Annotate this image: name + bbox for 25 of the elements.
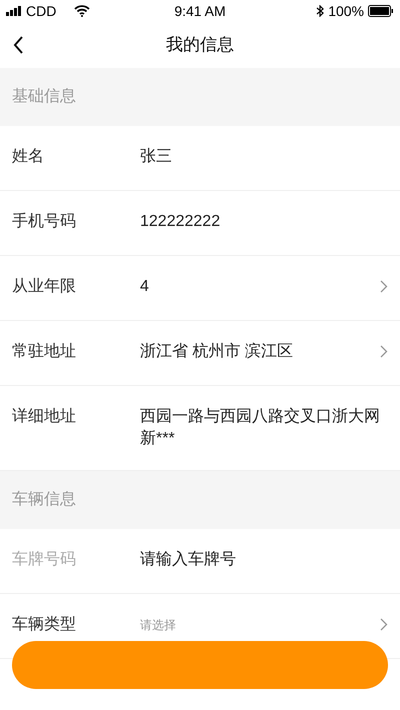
row-label: 车牌号码 <box>12 550 77 570</box>
wifi-icon <box>74 5 90 17</box>
row-value: 请输入车牌号 <box>140 550 237 570</box>
row-value: 请选择 <box>140 617 177 634</box>
row-label: 详细地址 <box>12 406 77 427</box>
battery-percent: 100% <box>328 2 364 20</box>
battery-icon <box>368 5 394 17</box>
section-header: 基础信息 <box>0 68 400 126</box>
back-icon <box>12 36 24 54</box>
row-label: 车辆类型 <box>12 614 77 635</box>
signal-icon <box>6 6 22 16</box>
row-value: 122222222 <box>140 212 222 232</box>
row-label: 姓名 <box>12 147 45 167</box>
row-label: 从业年限 <box>12 276 77 297</box>
row-label: 手机号码 <box>12 212 77 232</box>
row-value: 浙江省 杭州市 滨江区 <box>140 342 294 362</box>
row-value: 4 <box>140 277 150 297</box>
page-title: 我的信息 <box>166 34 234 56</box>
status-time: 9:41 AM <box>173 2 227 20</box>
row-label: 常驻地址 <box>12 342 77 362</box>
row-value: 张三 <box>140 146 173 167</box>
carrier-text: CDD <box>26 2 56 20</box>
bluetooth-icon <box>316 5 324 17</box>
section-header: 车辆信息 <box>0 471 400 529</box>
row-value: 西园一路与西园八路交叉口浙大网新*** <box>140 406 381 449</box>
